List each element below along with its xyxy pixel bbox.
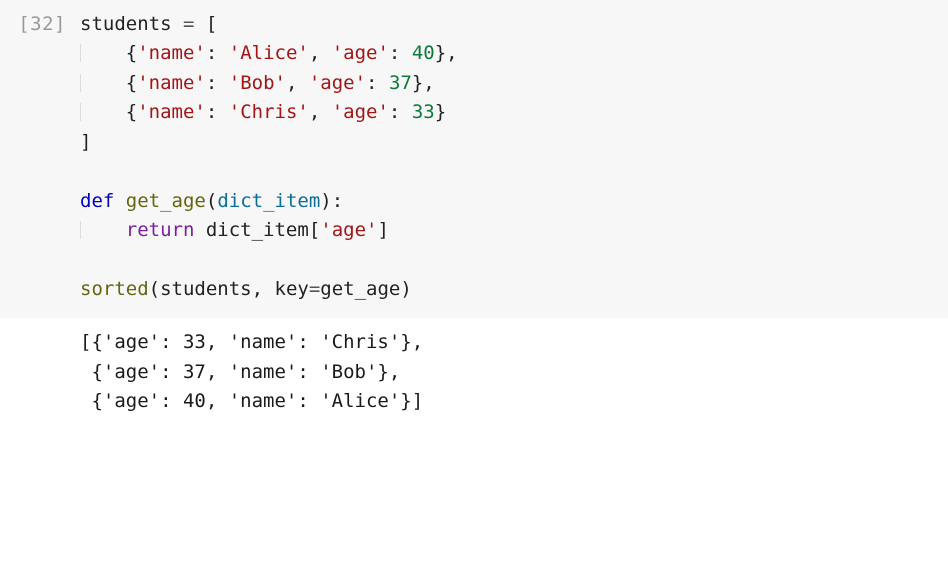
indent bbox=[80, 219, 126, 241]
number: 33 bbox=[412, 101, 435, 123]
comma: , bbox=[309, 42, 332, 64]
output-prompt bbox=[0, 328, 80, 416]
output-line: {'age': 40, 'name': 'Alice'}] bbox=[80, 390, 423, 412]
code-editor[interactable]: students = [ {'name': 'Alice', 'age': 40… bbox=[80, 10, 948, 304]
string: 'age' bbox=[332, 42, 389, 64]
builtin-sorted: sorted bbox=[80, 278, 149, 300]
keyword-def: def bbox=[80, 190, 114, 212]
brace: } bbox=[412, 72, 423, 94]
operator: = bbox=[172, 13, 206, 35]
string: 'age' bbox=[309, 72, 366, 94]
comma: , bbox=[309, 101, 332, 123]
paren-close: ) bbox=[400, 278, 411, 300]
bracket-close: ] bbox=[377, 219, 388, 241]
string: 'age' bbox=[320, 219, 377, 241]
cell-output: [{'age': 33, 'name': 'Chris'}, {'age': 3… bbox=[80, 328, 948, 416]
string: 'Alice' bbox=[229, 42, 309, 64]
bracket-close: ] bbox=[80, 131, 91, 153]
bracket-open: [ bbox=[309, 219, 320, 241]
string: 'name' bbox=[137, 72, 206, 94]
string: 'name' bbox=[137, 101, 206, 123]
indent bbox=[80, 72, 126, 94]
indent-guide bbox=[80, 101, 126, 123]
identifier: dict_item bbox=[206, 219, 309, 241]
brace: } bbox=[435, 42, 446, 64]
colon: : bbox=[389, 101, 412, 123]
colon: : bbox=[206, 72, 229, 94]
execution-prompt: [32] bbox=[0, 10, 80, 304]
string: 'Bob' bbox=[229, 72, 286, 94]
number: 40 bbox=[412, 42, 435, 64]
bracket-open: [ bbox=[206, 13, 217, 35]
indent-guide bbox=[80, 72, 126, 94]
comma: , bbox=[252, 278, 275, 300]
cell-output-area: [{'age': 33, 'name': 'Chris'}, {'age': 3… bbox=[0, 318, 948, 424]
paren-open: ( bbox=[206, 190, 217, 212]
function-name: get_age bbox=[126, 190, 206, 212]
brace: } bbox=[435, 101, 446, 123]
paren-open: ( bbox=[149, 278, 160, 300]
comma: , bbox=[446, 42, 457, 64]
kwarg-name: key bbox=[275, 278, 309, 300]
string: 'age' bbox=[332, 101, 389, 123]
number: 37 bbox=[389, 72, 412, 94]
string: 'name' bbox=[137, 42, 206, 64]
notebook-cell: [32] students = [ {'name': 'Alice', 'age… bbox=[0, 0, 948, 425]
indent-guide bbox=[80, 219, 126, 241]
brace: { bbox=[126, 101, 137, 123]
keyword-return: return bbox=[126, 219, 195, 241]
identifier: students bbox=[160, 278, 252, 300]
output-line: [{'age': 33, 'name': 'Chris'}, bbox=[80, 331, 423, 353]
colon: : bbox=[389, 42, 412, 64]
colon: : bbox=[206, 101, 229, 123]
string: 'Chris' bbox=[229, 101, 309, 123]
colon: : bbox=[206, 42, 229, 64]
parameter: dict_item bbox=[217, 190, 320, 212]
indent-guide bbox=[80, 42, 126, 64]
brace: { bbox=[126, 42, 137, 64]
brace: { bbox=[126, 72, 137, 94]
equals: = bbox=[309, 278, 320, 300]
identifier: get_age bbox=[320, 278, 400, 300]
indent bbox=[80, 101, 126, 123]
paren-close-colon: ): bbox=[320, 190, 343, 212]
comma: , bbox=[423, 72, 434, 94]
comma: , bbox=[286, 72, 309, 94]
cell-input-area[interactable]: [32] students = [ {'name': 'Alice', 'age… bbox=[0, 0, 948, 318]
indent bbox=[80, 42, 126, 64]
colon: : bbox=[366, 72, 389, 94]
identifier: students bbox=[80, 13, 172, 35]
output-line: {'age': 37, 'name': 'Bob'}, bbox=[80, 361, 400, 383]
